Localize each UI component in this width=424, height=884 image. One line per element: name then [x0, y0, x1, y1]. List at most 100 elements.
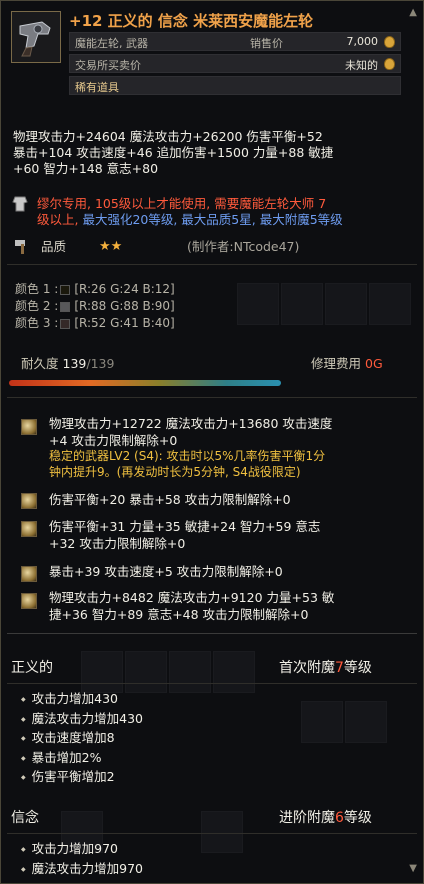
buff-entry-1: 物理攻击力+12722 魔法攻击力+13680 攻击速度 +4 攻击力限制解除+… [49, 415, 332, 449]
background-slot [345, 701, 387, 743]
enchant-effect: 魔法攻击力增加970 [21, 861, 143, 881]
enchant-suffix-rank: 进阶附魔6等级 [279, 807, 372, 827]
color-value: [R:52 G:41 B:40] [74, 316, 175, 330]
item-category-row: 魔能左轮, 武器 销售价 7,000 [69, 32, 401, 51]
color-value: [R:88 G:88 B:90] [74, 299, 175, 313]
buff-entry-2: 伤害平衡+20 暴击+58 攻击力限制解除+0 [49, 491, 291, 508]
item-category: 魔能左轮, 武器 [75, 37, 148, 50]
enchant-prefix-name: 正义的 [11, 660, 53, 676]
enchant-effect: 攻击力增加430 [21, 691, 143, 711]
color-swatch [60, 318, 71, 329]
quality-label: 品质 [41, 239, 67, 254]
scroll-up-icon[interactable]: ▲ [409, 7, 417, 18]
enchant-prefix-effects: 攻击力增加430 魔法攻击力增加430 攻击速度增加8 暴击增加2% 伤害平衡增… [21, 691, 143, 789]
background-slot [213, 651, 255, 693]
buff-text: 捷+36 智力+89 意志+48 攻击力限制解除+0 [49, 607, 309, 622]
upgrade-icon [21, 566, 37, 582]
set-effect-text: 稳定的武器LV2 (S4): 攻击时以5%几率伤害平衡1分 [49, 449, 326, 463]
rank-number: 6 [335, 810, 344, 826]
durability-current: 139 [62, 356, 87, 371]
color-row-3: 颜色 3 : [R:52 G:41 B:40] [15, 315, 175, 332]
trade-price-value: 未知的 [345, 59, 378, 72]
enchant-suffix-effects: 攻击力增加970 魔法攻击力增加970 [21, 841, 143, 880]
color-row-1: 颜色 1 : [R:26 G:24 B:12] [15, 281, 175, 298]
enchant-effect: 暴击增加2% [21, 750, 143, 770]
quality-stars: ★★ [99, 239, 123, 254]
buff-text: 伤害平衡+31 力量+35 敏捷+24 智力+59 意志 [49, 519, 321, 534]
requirement-level: 105级以上才能使用, 需要魔能左轮大师 7 [94, 196, 327, 211]
item-title: +12 正义的 信念 米莱西安魔能左轮 [69, 12, 314, 30]
durability: 耐久度 139/139 [21, 353, 114, 372]
maker-name: (制作者:NTcode47) [187, 239, 300, 254]
set-effect: 稳定的武器LV2 (S4): 攻击时以5%几率伤害平衡1分 钟内提升9。(再发动… [49, 448, 325, 480]
trade-price-row: 交易所买卖价 未知的 [69, 54, 401, 73]
divider [7, 264, 417, 265]
color-swatch [60, 301, 71, 312]
divider [7, 683, 417, 684]
background-slot [325, 283, 367, 325]
requirement-skill: 级以上, [37, 212, 83, 227]
rank-unit: 等级 [343, 810, 372, 826]
buff-text: +32 攻击力限制解除+0 [49, 536, 186, 551]
durability-bar [9, 380, 281, 386]
background-slot [125, 651, 167, 693]
color-label: 颜色 1 : [15, 282, 59, 296]
color-label: 颜色 3 : [15, 316, 59, 330]
enchant-prefix-rank: 首次附魔7等级 [279, 657, 372, 677]
rank-label: 首次附魔 [279, 660, 335, 676]
background-slot [237, 283, 279, 325]
color-value: [R:26 G:24 B:12] [74, 282, 175, 296]
background-slot [169, 651, 211, 693]
sell-price-value: 7,000 [346, 35, 379, 48]
reforge-icon [21, 521, 37, 537]
durability-label: 耐久度 [21, 356, 59, 371]
buff-text: 物理攻击力+12722 魔法攻击力+13680 攻击速度 [49, 416, 333, 431]
background-slot [369, 283, 411, 325]
set-effect-text: 钟内提升9。(再发动时长为5分钟, S4战役限定) [49, 465, 301, 479]
background-slot [301, 701, 343, 743]
enchant-suffix-name: 信念 [11, 810, 39, 826]
gold-coin-icon [384, 36, 395, 51]
item-tooltip: +12 正义的 信念 米莱西安魔能左轮 魔能左轮, 武器 销售价 7,000 交… [0, 0, 424, 884]
divider [7, 397, 417, 398]
trade-price-label: 交易所买卖价 [75, 59, 141, 72]
color-label: 颜色 2 : [15, 299, 59, 313]
weapon-buff-icon [21, 419, 37, 435]
requirements: 缪尔专用, 105级以上才能使用, 需要魔能左轮大师 7 级以上, 最大强化20… [37, 196, 343, 228]
buff-entry-3: 伤害平衡+31 力量+35 敏捷+24 智力+59 意志 +32 攻击力限制解除… [49, 518, 320, 552]
base-stats: 物理攻击力+24604 魔法攻击力+26200 伤害平衡+52 暴击+104 攻… [13, 129, 333, 177]
rank-number: 7 [335, 660, 344, 676]
sell-price-label: 销售价 [250, 37, 283, 50]
stat-line: 物理攻击力+24604 魔法攻击力+26200 伤害平衡+52 [13, 129, 323, 144]
scroll-down-icon[interactable]: ▼ [409, 863, 417, 874]
hammer-icon [13, 237, 33, 255]
durability-max: /139 [86, 356, 115, 371]
enchant-effect: 攻击力增加970 [21, 841, 143, 861]
armor-icon [11, 195, 29, 213]
color-list: 颜色 1 : [R:26 G:24 B:12] 颜色 2 : [R:88 G:88 … [15, 281, 175, 332]
stat-line: 暴击+104 攻击速度+46 追加伤害+1500 力量+88 敏捷 [13, 145, 334, 160]
buff-text: +4 攻击力限制解除+0 [49, 433, 178, 448]
echostone-icon [21, 493, 37, 509]
requirement-class: 缪尔专用, [37, 196, 95, 211]
rarity-label: 稀有道具 [75, 81, 119, 94]
awakening-icon [21, 593, 37, 609]
enchant-effect: 魔法攻击力增加430 [21, 711, 143, 731]
repair-cost: 修理费用 0G [311, 353, 383, 372]
enchant-effect: 伤害平衡增加2 [21, 769, 143, 789]
requirement-limits: 最大强化20等级, 最大品质5星, 最大附魔5等级 [82, 212, 343, 227]
color-swatch [60, 284, 71, 295]
revolver-item-icon[interactable] [11, 11, 61, 63]
stat-line: +60 智力+148 意志+80 [13, 161, 159, 176]
buff-entry-5: 物理攻击力+8482 魔法攻击力+9120 力量+53 敏 捷+36 智力+89… [49, 589, 334, 623]
color-row-2: 颜色 2 : [R:88 G:88 B:90] [15, 298, 175, 315]
background-slot [201, 811, 243, 853]
background-slot [81, 651, 123, 693]
divider [7, 633, 417, 634]
buff-text: 伤害平衡+20 暴击+58 攻击力限制解除+0 [49, 492, 291, 507]
enchant-effect: 攻击速度增加8 [21, 730, 143, 750]
rank-label: 进阶附魔 [279, 810, 335, 826]
rarity-row: 稀有道具 [69, 76, 401, 95]
buff-text: 物理攻击力+8482 魔法攻击力+9120 力量+53 敏 [49, 590, 335, 605]
divider [7, 833, 417, 834]
